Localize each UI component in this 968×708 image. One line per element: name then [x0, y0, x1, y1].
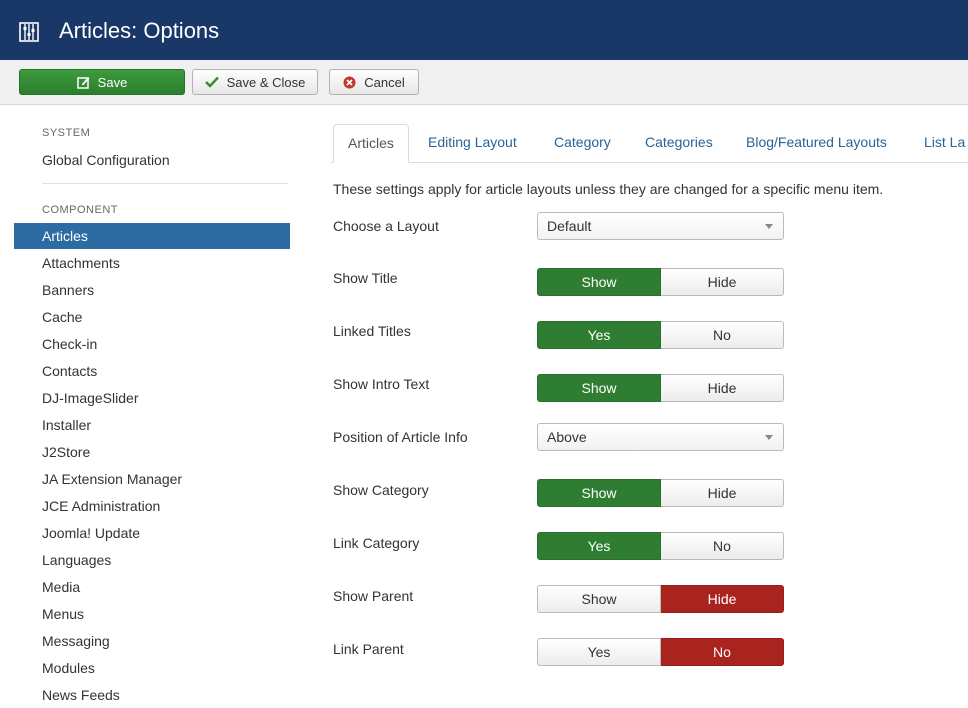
- link-parent-no-option[interactable]: No: [661, 638, 784, 666]
- toolbar: Save Save & Close Cancel: [0, 60, 968, 105]
- show-title-toggle: Show Hide: [537, 268, 784, 296]
- link-category-yes-option[interactable]: Yes: [537, 532, 661, 560]
- component-heading: COMPONENT: [42, 204, 118, 216]
- sidebar-item-modules[interactable]: Modules: [14, 655, 290, 681]
- sidebar-item-articles[interactable]: Articles: [14, 223, 290, 249]
- save-close-button[interactable]: Save & Close: [192, 69, 318, 95]
- cancel-circle-icon: [343, 76, 356, 89]
- show-parent-toggle: Show Hide: [537, 585, 784, 613]
- sidebar-item-banners[interactable]: Banners: [14, 277, 290, 303]
- save-button[interactable]: Save: [19, 69, 185, 95]
- tab-list-layouts[interactable]: List La: [910, 124, 968, 162]
- show-category-toggle: Show Hide: [537, 479, 784, 507]
- link-parent-label: Link Parent: [333, 641, 404, 657]
- sidebar-item-contacts[interactable]: Contacts: [14, 358, 290, 384]
- sidebar-divider: [42, 183, 288, 184]
- sidebar-item-news-feeds[interactable]: News Feeds: [14, 682, 290, 708]
- link-parent-toggle: Yes No: [537, 638, 784, 666]
- page-header: Articles: Options: [0, 0, 968, 60]
- sidebar-item-messaging[interactable]: Messaging: [14, 628, 290, 654]
- show-category-hide-option[interactable]: Hide: [661, 479, 784, 507]
- linked-titles-no-option[interactable]: No: [661, 321, 784, 349]
- sidebar-item-media[interactable]: Media: [14, 574, 290, 600]
- sidebar-item-ja-extension-manager[interactable]: JA Extension Manager: [14, 466, 290, 492]
- show-intro-text-label: Show Intro Text: [333, 376, 430, 392]
- show-category-show-option[interactable]: Show: [537, 479, 661, 507]
- show-category-label: Show Category: [333, 482, 429, 498]
- tab-categories[interactable]: Categories: [631, 124, 727, 162]
- show-intro-text-hide-option[interactable]: Hide: [661, 374, 784, 402]
- show-parent-hide-option[interactable]: Hide: [661, 585, 784, 613]
- show-title-label: Show Title: [333, 270, 398, 286]
- tab-blog-featured-layouts[interactable]: Blog/Featured Layouts: [732, 124, 901, 162]
- sidebar-item-joomla-update[interactable]: Joomla! Update: [14, 520, 290, 546]
- show-title-show-option[interactable]: Show: [537, 268, 661, 296]
- show-intro-text-show-option[interactable]: Show: [537, 374, 661, 402]
- linked-titles-label: Linked Titles: [333, 323, 411, 339]
- link-category-label: Link Category: [333, 535, 420, 551]
- sidebar-item-languages[interactable]: Languages: [14, 547, 290, 573]
- check-icon: [204, 76, 219, 88]
- settings-description: These settings apply for article layouts…: [333, 181, 884, 197]
- cancel-label: Cancel: [364, 74, 405, 90]
- tab-articles[interactable]: Articles: [333, 124, 409, 163]
- tab-editing-layout[interactable]: Editing Layout: [414, 124, 531, 162]
- page-title: Articles: Options: [59, 18, 220, 43]
- article-info-position-value: Above: [547, 429, 587, 445]
- link-category-toggle: Yes No: [537, 532, 784, 560]
- choose-layout-label: Choose a Layout: [333, 218, 439, 234]
- link-parent-yes-option[interactable]: Yes: [537, 638, 661, 666]
- chevron-down-icon: [765, 435, 773, 440]
- sidebar-item-jce-administration[interactable]: JCE Administration: [14, 493, 290, 519]
- sidebar-item-cache[interactable]: Cache: [14, 304, 290, 330]
- sidebar-item-attachments[interactable]: Attachments: [14, 250, 290, 276]
- show-parent-show-option[interactable]: Show: [537, 585, 661, 613]
- options-grid-icon: [19, 22, 39, 42]
- linked-titles-yes-option[interactable]: Yes: [537, 321, 661, 349]
- sidebar-item-menus[interactable]: Menus: [14, 601, 290, 627]
- sidebar-item-dj-imageslider[interactable]: DJ-ImageSlider: [14, 385, 290, 411]
- link-category-no-option[interactable]: No: [661, 532, 784, 560]
- linked-titles-toggle: Yes No: [537, 321, 784, 349]
- sidebar-item-installer[interactable]: Installer: [14, 412, 290, 438]
- sidebar-item-check-in[interactable]: Check-in: [14, 331, 290, 357]
- show-parent-label: Show Parent: [333, 588, 414, 604]
- chevron-down-icon: [765, 224, 773, 229]
- article-info-position-label: Position of Article Info: [333, 429, 468, 445]
- choose-layout-value: Default: [547, 218, 592, 234]
- options-tabs: Articles Editing Layout Category Categor…: [330, 120, 968, 163]
- save-close-label: Save & Close: [226, 74, 306, 90]
- show-intro-text-toggle: Show Hide: [537, 374, 784, 402]
- save-label: Save: [97, 74, 128, 90]
- edit-icon: [76, 76, 90, 89]
- article-info-position-select[interactable]: Above: [537, 423, 784, 451]
- cancel-button[interactable]: Cancel: [329, 69, 419, 95]
- system-heading: SYSTEM: [42, 127, 91, 139]
- tab-category[interactable]: Category: [540, 124, 625, 162]
- choose-layout-select[interactable]: Default: [537, 212, 784, 240]
- show-title-hide-option[interactable]: Hide: [661, 268, 784, 296]
- sidebar-item-j2store[interactable]: J2Store: [14, 439, 290, 465]
- global-configuration-link[interactable]: Global Configuration: [42, 150, 170, 170]
